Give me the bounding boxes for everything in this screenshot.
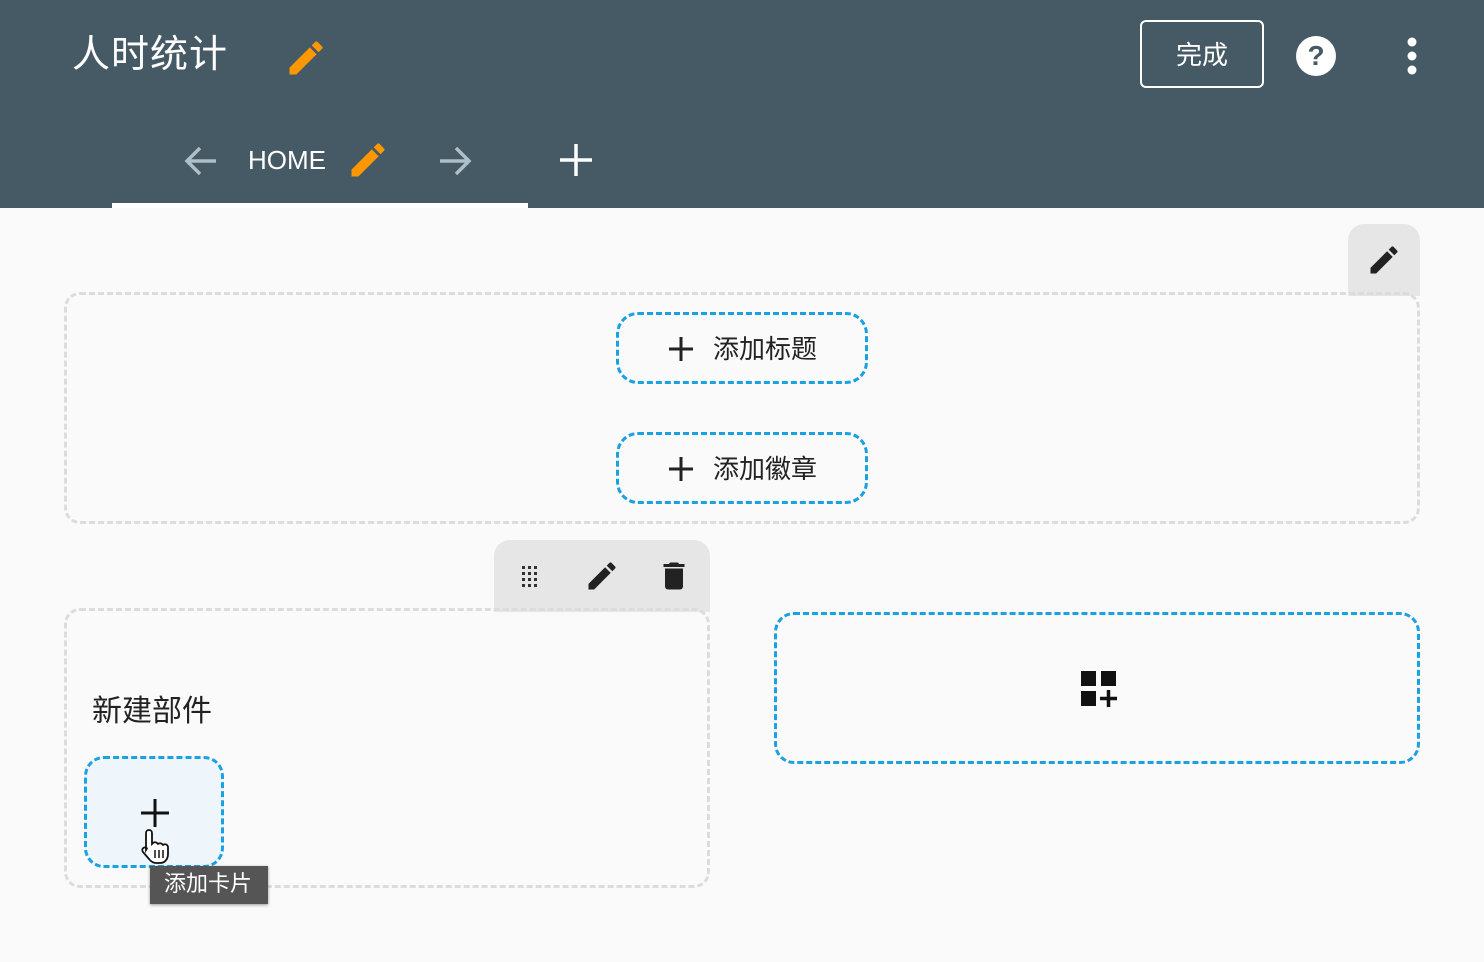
arrow-left-icon[interactable] xyxy=(180,140,222,182)
more-vert-icon[interactable] xyxy=(1396,34,1428,78)
card-title: 新建部件 xyxy=(92,694,212,729)
add-card-tooltip: 添加卡片 xyxy=(150,866,268,904)
pencil-icon[interactable] xyxy=(346,138,390,182)
pencil-icon xyxy=(1370,246,1398,274)
add-widget-icon xyxy=(1081,671,1117,707)
svg-text:?: ? xyxy=(1307,40,1324,71)
arrow-right-icon[interactable] xyxy=(434,140,476,182)
trash-icon[interactable] xyxy=(656,558,692,594)
add-title-button[interactable]: 添加标题 xyxy=(616,312,868,384)
card-toolbar xyxy=(494,540,710,612)
add-badge-label: 添加徽章 xyxy=(713,454,818,484)
add-widget-button[interactable] xyxy=(774,612,1420,764)
hand-cursor-icon xyxy=(140,826,176,866)
add-badge-button[interactable]: 添加徽章 xyxy=(616,432,868,504)
plus-icon xyxy=(669,457,693,481)
drag-handle-icon[interactable] xyxy=(512,558,548,594)
pencil-icon[interactable] xyxy=(584,558,620,594)
dashboard-title: 人时统计 xyxy=(72,32,229,76)
section-edit-button[interactable] xyxy=(1348,224,1420,296)
add-title-label: 添加标题 xyxy=(713,334,818,364)
done-button[interactable]: 完成 xyxy=(1140,20,1264,88)
active-tab-indicator xyxy=(112,203,528,208)
tab-home[interactable]: HOME xyxy=(248,140,326,180)
pencil-icon[interactable] xyxy=(284,36,328,80)
help-icon[interactable]: ? xyxy=(1294,34,1338,78)
plus-icon xyxy=(669,337,693,361)
plus-icon xyxy=(141,799,169,827)
plus-icon[interactable] xyxy=(556,140,596,180)
